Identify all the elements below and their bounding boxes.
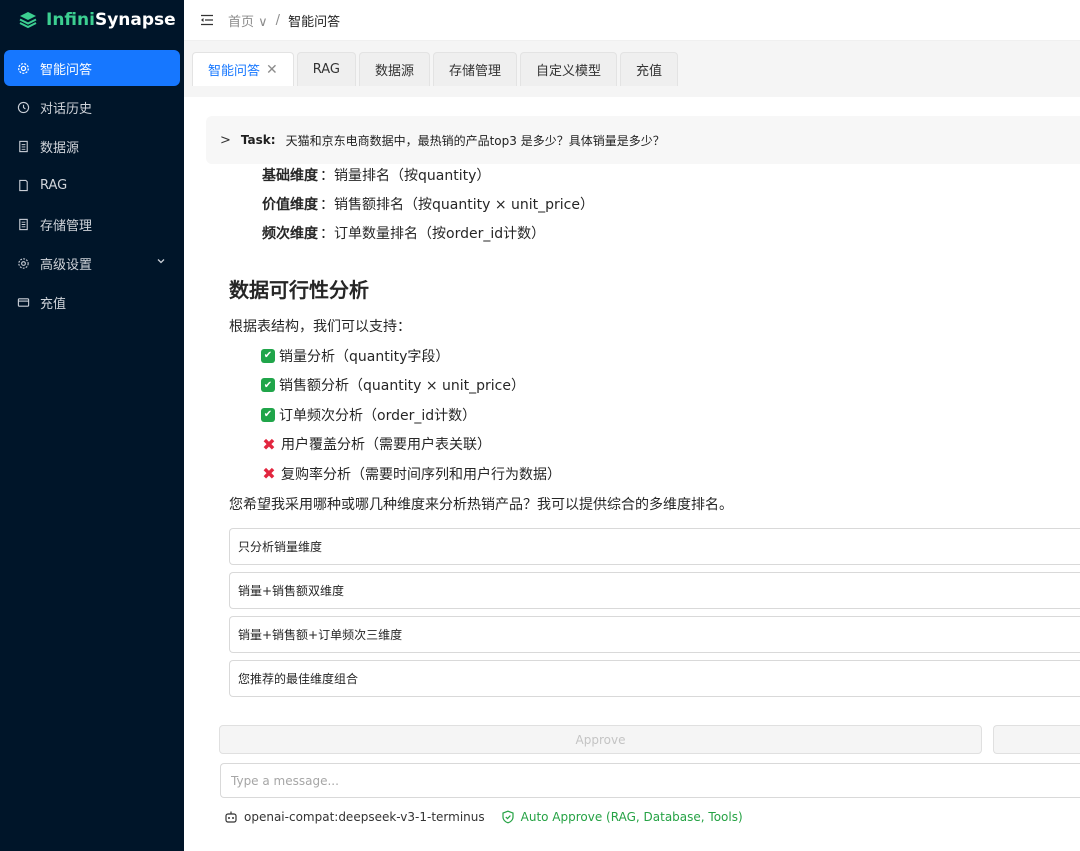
question-text: 您希望我采用哪种或哪几种维度来分析热销产品？我可以提供综合的多维度排名。 — [229, 496, 733, 513]
approval-actions: Approve — [219, 725, 1080, 754]
top-header: 首页 ∨ / 智能问答 — [184, 0, 1080, 41]
tab-custom-model[interactable]: 自定义模型 — [520, 52, 618, 86]
tabs-bar: 智能问答 ✕ RAG 数据源 存储管理 自定义模型 充值 — [184, 41, 1080, 97]
breadcrumb-current: 智能问答 — [288, 14, 341, 30]
message-input[interactable] — [220, 763, 1080, 798]
sidebar-item-rag[interactable]: RAG — [4, 167, 180, 203]
auto-approve-label: Auto Approve (RAG, Database, Tools) — [520, 810, 743, 824]
section-heading: 数据可行性分析 — [229, 277, 369, 302]
chat-panel: > Task: 天猫和京东电商数据中，最热销的产品top3 是多少？具体销量是多… — [194, 104, 1080, 851]
tab-label: RAG — [312, 62, 340, 77]
model-name[interactable]: openai-compat:deepseek-v3-1-terminus — [244, 810, 485, 824]
list-item: ✖ 复购率分析（需要时间序列和用户行为数据） — [262, 464, 561, 484]
sidebar-nav: 智能问答 对话历史 数据源 RAG 存储管理 高级设置 充值 — [0, 50, 184, 320]
reject-button[interactable] — [993, 725, 1080, 754]
assistant-message: 基础维度 ：销量排名（按quantity） 价值维度 ：销售额排名（按quantit… — [229, 160, 1080, 519]
menu-collapse-icon[interactable] — [200, 13, 214, 27]
robot-icon — [225, 811, 237, 823]
breadcrumb-separator: / — [275, 12, 281, 28]
app-logo[interactable]: InfiniSynapse — [0, 0, 184, 40]
sidebar-item-label: 存储管理 — [40, 218, 93, 234]
sidebar-item-history[interactable]: 对话历史 — [4, 89, 180, 125]
chat-scroll-area[interactable]: > Task: 天猫和京东电商数据中，最热销的产品top3 是多少？具体销量是多… — [194, 104, 1080, 704]
tab-label: 存储管理 — [449, 64, 502, 79]
chevron-down-icon — [157, 259, 165, 264]
sidebar-item-label: 高级设置 — [40, 257, 93, 273]
sidebar-item-recharge[interactable]: 充值 — [4, 284, 180, 320]
paragraph: 根据表结构，我们可以支持： — [229, 319, 411, 335]
app-name: InfiniSynapse — [46, 10, 176, 30]
tab-datasource[interactable]: 数据源 — [359, 52, 431, 86]
list-item: 频次维度 ：订单数量排名（按order_id计数） — [262, 225, 546, 242]
tab-label: 自定义模型 — [536, 64, 602, 79]
list-item: ✖ 用户覆盖分析（需要用户表关联） — [262, 434, 491, 454]
auto-approve-toggle[interactable]: Auto Approve (RAG, Database, Tools) — [501, 810, 743, 824]
option-list: 只分析销量维度 销量+销售额双维度 销量+销售额+订单频次三维度 您推荐的最佳维… — [229, 528, 1080, 704]
breadcrumb: 首页 ∨ / 智能问答 — [228, 11, 340, 30]
check-icon: ✔ — [261, 407, 275, 422]
check-icon: ✔ — [261, 348, 275, 363]
task-label: Task: — [240, 133, 276, 147]
tab-storage[interactable]: 存储管理 — [433, 52, 518, 86]
breadcrumb-home[interactable]: 首页 ∨ — [228, 11, 268, 30]
list-item: 价值维度 ：销售额排名（按quantity × unit_price） — [262, 196, 594, 213]
task-bar[interactable]: > Task: 天猫和京东电商数据中，最热销的产品top3 是多少？具体销量是多… — [206, 116, 1080, 164]
shield-check-icon — [502, 810, 514, 824]
storage-icon — [16, 217, 30, 231]
card-icon — [16, 295, 30, 309]
tab-label: 智能问答 — [208, 64, 261, 79]
chat-footer: openai-compat:deepseek-v3-1-terminus Aut… — [224, 810, 743, 824]
list-item: 基础维度 ：销量排名（按quantity） — [262, 167, 491, 184]
approve-button[interactable]: Approve — [219, 725, 982, 754]
history-icon — [16, 100, 30, 114]
task-text: 天猫和京东电商数据中，最热销的产品top3 是多少？具体销量是多少？ — [285, 133, 665, 148]
sidebar-item-storage[interactable]: 存储管理 — [4, 206, 180, 242]
sidebar-item-label: 智能问答 — [40, 62, 93, 78]
cross-icon: ✖ — [262, 434, 276, 454]
close-icon[interactable]: ✕ — [266, 62, 278, 78]
sidebar-item-advanced-settings[interactable]: 高级设置 — [4, 245, 180, 281]
book-icon — [16, 178, 30, 192]
gear-icon — [16, 61, 30, 75]
tab-recharge[interactable]: 充值 — [620, 52, 679, 86]
logo-layers-icon — [19, 12, 37, 29]
sidebar-item-label: 对话历史 — [40, 101, 93, 117]
list-item: ✔ 销售额分析（quantity × unit_price） — [229, 371, 1080, 401]
tab-qa[interactable]: 智能问答 ✕ — [192, 52, 294, 86]
tab-list: 智能问答 ✕ RAG 数据源 存储管理 自定义模型 充值 — [192, 52, 679, 86]
tab-label: 数据源 — [375, 64, 415, 79]
sidebar-item-label: RAG — [40, 177, 68, 193]
database-icon — [16, 139, 30, 153]
sidebar-item-datasource[interactable]: 数据源 — [4, 128, 180, 164]
option-recommended[interactable]: 您推荐的最佳维度组合 — [229, 660, 1080, 697]
sidebar-item-qa[interactable]: 智能问答 — [4, 50, 180, 86]
tab-label: 充值 — [636, 64, 663, 79]
sidebar: InfiniSynapse 智能问答 对话历史 数据源 RAG 存储管理 高级设… — [0, 0, 184, 851]
tab-rag[interactable]: RAG — [296, 52, 356, 86]
option-sales-only[interactable]: 只分析销量维度 — [229, 528, 1080, 565]
settings-icon — [16, 256, 30, 270]
option-three-dimensions[interactable]: 销量+销售额+订单频次三维度 — [229, 616, 1080, 653]
chevron-right-icon: > — [220, 132, 231, 148]
cross-icon: ✖ — [262, 464, 276, 484]
option-sales-revenue[interactable]: 销量+销售额双维度 — [229, 572, 1080, 609]
list-item: ✔ 销量分析（quantity字段） — [229, 341, 1080, 371]
chevron-down-icon: ∨ — [258, 14, 268, 30]
list-item: ✔ 订单频次分析（order_id计数） — [229, 400, 1080, 430]
sidebar-item-label: 数据源 — [40, 140, 80, 156]
sidebar-item-label: 充值 — [40, 296, 67, 312]
check-icon: ✔ — [261, 378, 275, 393]
